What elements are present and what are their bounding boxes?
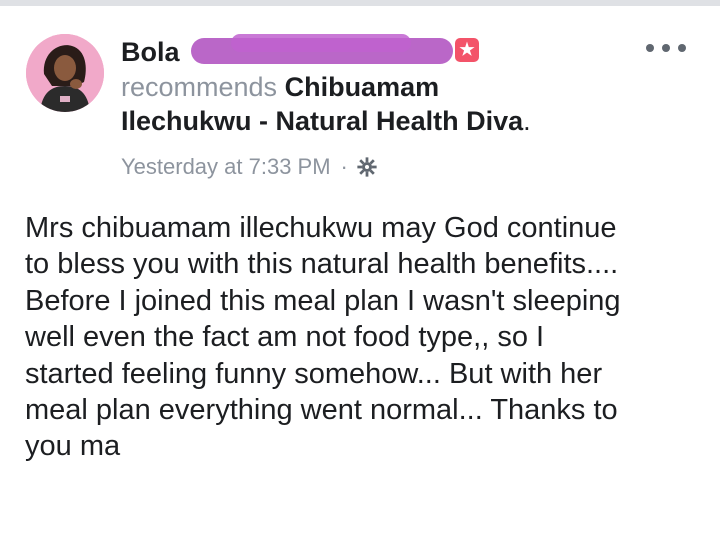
more-dot	[662, 44, 670, 52]
profile-photo	[26, 34, 104, 112]
recommendation-line: recommends Chibuamam	[121, 70, 641, 104]
page-name-period: .	[523, 106, 531, 136]
more-dot	[646, 44, 654, 52]
author-row: Bola ★	[121, 34, 641, 70]
meta-separator: ·	[340, 154, 348, 179]
star-badge-icon: ★	[455, 38, 479, 62]
post-meta: Yesterday at 7:33 PM ·	[121, 154, 641, 180]
page-name-link[interactable]: Chibuamam	[285, 72, 440, 102]
redaction-scribble	[231, 34, 411, 52]
post-text: Mrs chibuamam illechukwu may God continu…	[25, 212, 621, 463]
page-name-link[interactable]: Ilechukwu - Natural Health Diva	[121, 106, 523, 136]
more-options-icon[interactable]	[646, 36, 686, 60]
gear-icon[interactable]	[356, 156, 378, 178]
post-card: Bola ★ recommends Chibuamam Ilechukwu - …	[0, 6, 720, 539]
recommends-label: recommends	[121, 72, 278, 102]
recommendation-line-2: Ilechukwu - Natural Health Diva.	[121, 104, 641, 138]
author-name[interactable]: Bola	[121, 37, 180, 67]
post-header: Bola ★ recommends Chibuamam Ilechukwu - …	[121, 34, 641, 180]
more-dot	[678, 44, 686, 52]
timestamp-link[interactable]: Yesterday at 7:33 PM	[121, 154, 331, 180]
avatar[interactable]	[26, 34, 104, 112]
